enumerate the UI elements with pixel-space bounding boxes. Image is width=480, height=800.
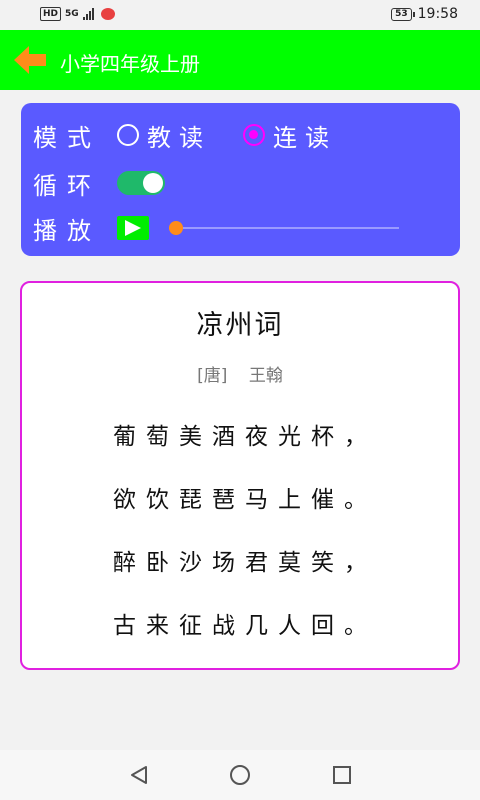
title-bar: 小学四年级上册 xyxy=(0,30,480,90)
mode-option-continuous[interactable]: 连读 xyxy=(243,118,337,153)
loop-toggle[interactable] xyxy=(117,171,165,195)
poem-line: 醉卧沙场君莫笑， xyxy=(113,550,377,576)
status-right: 53 19:58 xyxy=(391,6,458,22)
system-nav-bar xyxy=(0,750,480,800)
page-title: 小学四年级上册 xyxy=(60,52,200,76)
nav-home-icon[interactable] xyxy=(229,764,251,786)
battery-icon: 53 xyxy=(391,7,415,21)
poem-dynasty: [唐] xyxy=(197,366,228,386)
status-bar: HD 5G 53 19:58 xyxy=(0,0,480,30)
poem-line: 古来征战几人回。 xyxy=(113,613,377,639)
mode-option-label: 教读 xyxy=(147,123,211,152)
slider-thumb[interactable] xyxy=(169,221,183,235)
nav-recents-icon[interactable] xyxy=(331,764,353,786)
app-screen: HD 5G 53 19:58 小学四年级上册 模式 教读 连读 循环 播放 凉州… xyxy=(0,0,480,800)
status-left: HD 5G xyxy=(40,7,115,21)
signal-icon xyxy=(82,8,94,20)
progress-slider[interactable] xyxy=(169,218,399,238)
back-arrow-icon[interactable] xyxy=(14,46,48,74)
mode-label: 模式 xyxy=(33,123,101,152)
notification-app-icon xyxy=(100,8,115,20)
play-row: 播放 xyxy=(33,212,399,245)
toggle-knob xyxy=(143,173,163,193)
play-label: 播放 xyxy=(33,216,101,245)
poem-line: 葡萄美酒夜光杯， xyxy=(113,424,377,450)
playback-control-panel: 模式 教读 连读 循环 播放 xyxy=(21,103,460,256)
mode-row: 模式 教读 连读 xyxy=(33,118,369,153)
play-button[interactable] xyxy=(117,216,149,240)
poem-author: 王翰 xyxy=(248,366,283,386)
loop-label: 循环 xyxy=(33,171,101,200)
poem-author-line: [唐] 王翰 xyxy=(22,361,458,386)
poem-title: 凉州词 xyxy=(196,310,284,341)
poem-line: 欲饮琵琶马上催。 xyxy=(113,487,377,513)
mode-option-teach[interactable]: 教读 xyxy=(117,118,211,153)
network-type: 5G xyxy=(65,9,79,19)
hd-badge: HD xyxy=(40,7,62,21)
slider-track xyxy=(169,227,399,229)
nav-back-icon[interactable] xyxy=(128,764,150,786)
poem-card: 凉州词 [唐] 王翰 葡萄美酒夜光杯， 欲饮琵琶马上催。 醉卧沙场君莫笑， 古来… xyxy=(20,281,460,670)
radio-unchecked-icon[interactable] xyxy=(117,124,139,146)
mode-option-label: 连读 xyxy=(273,123,337,152)
loop-row: 循环 xyxy=(33,167,165,200)
clock: 19:58 xyxy=(417,6,458,22)
radio-checked-icon[interactable] xyxy=(243,124,265,146)
play-icon xyxy=(125,220,141,236)
